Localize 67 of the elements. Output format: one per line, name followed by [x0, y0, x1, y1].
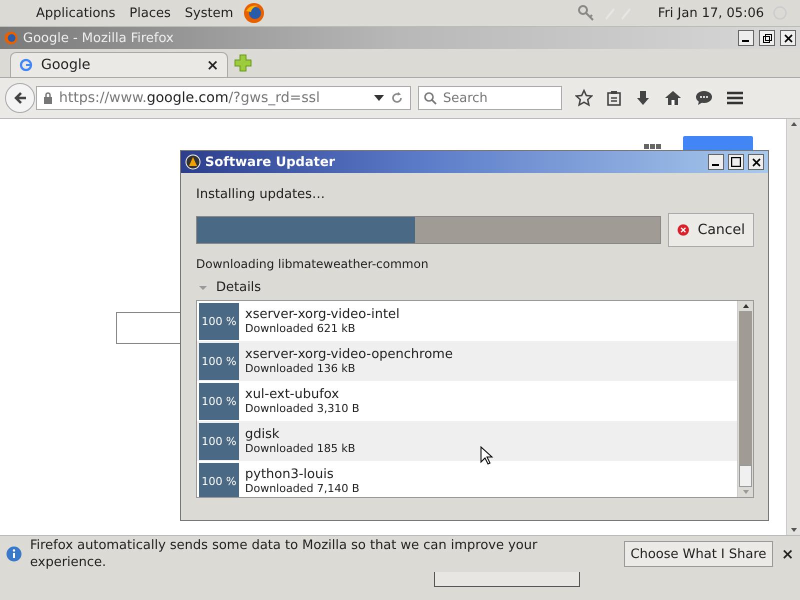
- percent-cell: 100 %: [199, 422, 239, 460]
- package-size: Downloaded 621 kB: [245, 322, 356, 335]
- package-name: xul-ext-ubufox: [245, 387, 340, 402]
- search-icon: [423, 91, 437, 105]
- close-button[interactable]: ×: [781, 545, 794, 563]
- star-icon[interactable]: [575, 89, 593, 107]
- choose-button[interactable]: Choose What I Share: [624, 541, 774, 567]
- package-name: gdisk: [245, 427, 280, 442]
- lock-icon: [43, 92, 53, 104]
- percent-cell: 100 %: [199, 462, 239, 497]
- minimize-button[interactable]: [708, 154, 724, 170]
- details-expander[interactable]: Details: [196, 280, 754, 295]
- list-scrollbar[interactable]: [737, 301, 753, 497]
- globe-icon: [4, 31, 18, 45]
- close-icon: [784, 34, 792, 42]
- panel-menu[interactable]: Places: [129, 6, 171, 20]
- browser-tab[interactable]: Google ×: [10, 52, 228, 77]
- reload-icon[interactable]: [390, 91, 404, 105]
- search-field[interactable]: Search: [418, 86, 562, 110]
- notification-text: Firefox automatically sends some data to Mozilla so that we can improve your experience.: [30, 537, 538, 571]
- package-name: python3-louis: [245, 467, 335, 482]
- back-arrow-icon: [12, 90, 28, 106]
- google-icon: [19, 58, 33, 72]
- dropdown-icon[interactable]: [374, 94, 384, 102]
- package-size: Downloaded 185 kB: [245, 442, 356, 455]
- percent-cell: 100 %: [199, 382, 239, 420]
- package-name: xserver-xorg-video-intel: [245, 307, 400, 322]
- back-button[interactable]: [5, 83, 35, 113]
- minimize-button[interactable]: [738, 30, 754, 46]
- window-title: Google - Mozilla Firefox: [23, 30, 174, 46]
- address-bar[interactable]: https://www.google.com/?gws_rd=ssl: [36, 86, 411, 110]
- restore-icon: [762, 34, 772, 42]
- close-icon: [752, 158, 760, 166]
- taskbar-item[interactable]: [434, 572, 580, 587]
- keyring-icon[interactable]: [576, 3, 596, 23]
- page-scrollbar[interactable]: [786, 119, 800, 535]
- clock[interactable]: Fri Jan 17, 05:06: [658, 6, 764, 20]
- expander-arrow-icon: [198, 284, 208, 292]
- info-icon: [6, 546, 22, 562]
- package-size: Downloaded 3,310 B: [245, 402, 360, 415]
- close-button[interactable]: [780, 30, 796, 46]
- maximize-button[interactable]: [728, 154, 744, 170]
- percent-cell: 100 %: [199, 342, 239, 380]
- chat-icon[interactable]: [695, 90, 713, 106]
- download-icon[interactable]: [635, 90, 651, 106]
- apps-grid-icon[interactable]: [644, 144, 662, 150]
- percent-cell: 100 %: [199, 302, 239, 340]
- close-tab-button[interactable]: ×: [206, 56, 219, 74]
- package-size: Downloaded 136 kB: [245, 362, 356, 375]
- scroll-thumb[interactable]: [739, 465, 752, 487]
- updater-icon: [185, 154, 201, 170]
- cursor-icon: [480, 446, 494, 466]
- maximize-icon: [731, 157, 741, 167]
- dialog-title: Software Updater: [205, 154, 336, 170]
- panel-menu[interactable]: System: [184, 6, 234, 20]
- cancel-button[interactable]: Cancel: [668, 213, 754, 247]
- home-icon[interactable]: [664, 90, 682, 106]
- package-size: Downloaded 7,140 B: [245, 482, 360, 495]
- clipboard-icon[interactable]: [606, 90, 622, 106]
- restore-button[interactable]: [759, 30, 775, 46]
- package-name: xserver-xorg-video-openchrome: [245, 347, 453, 362]
- menu-icon[interactable]: [726, 90, 744, 106]
- status-text: Installing updates…: [196, 187, 326, 204]
- globe-icon[interactable]: [243, 2, 266, 24]
- panel-menu[interactable]: Applications: [36, 6, 116, 20]
- activity-text: Downloading libmateweather-common: [196, 257, 430, 271]
- close-button[interactable]: [748, 154, 764, 170]
